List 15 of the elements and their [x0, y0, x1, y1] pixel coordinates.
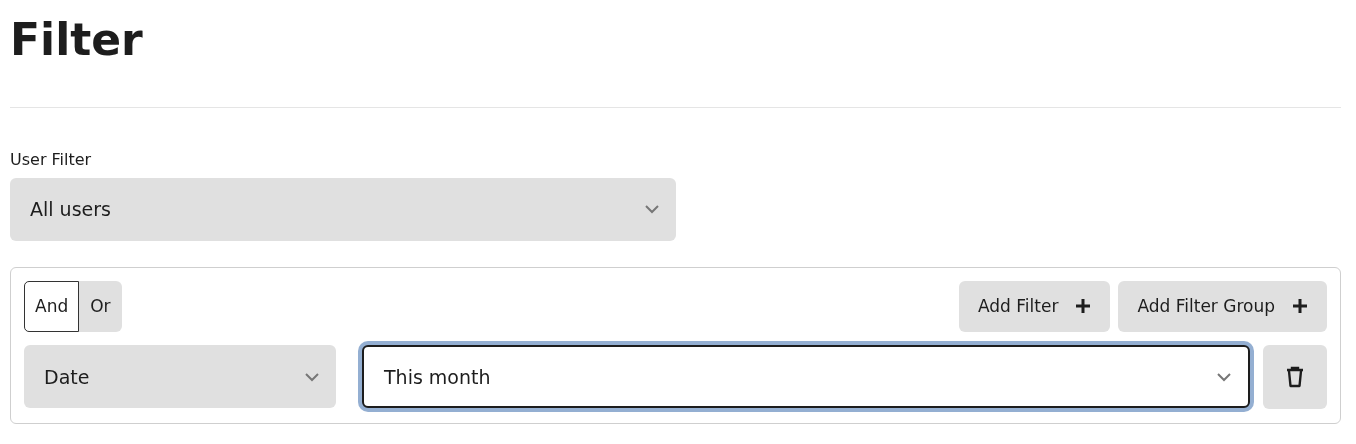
user-filter-dropdown[interactable]: All users — [10, 177, 676, 241]
chevron-down-icon — [304, 371, 320, 382]
chevron-down-icon — [644, 204, 660, 215]
field-label: User Filter — [10, 148, 93, 171]
logic-option[interactable]: Or — [79, 280, 122, 332]
page-title: Filter — [10, 14, 144, 67]
plus-icon — [1075, 298, 1092, 315]
add-filter-button[interactable]: Add Filter — [959, 280, 1111, 332]
delete-button[interactable] — [1263, 344, 1327, 409]
chevron-down-icon — [1216, 371, 1232, 382]
logic-option[interactable]: And — [24, 280, 80, 332]
field-dropdown[interactable]: Date — [24, 345, 336, 409]
trash-icon — [1286, 365, 1304, 388]
add-filter-group-button[interactable]: Add Filter Group — [1118, 280, 1327, 332]
plus-icon — [1292, 298, 1308, 315]
